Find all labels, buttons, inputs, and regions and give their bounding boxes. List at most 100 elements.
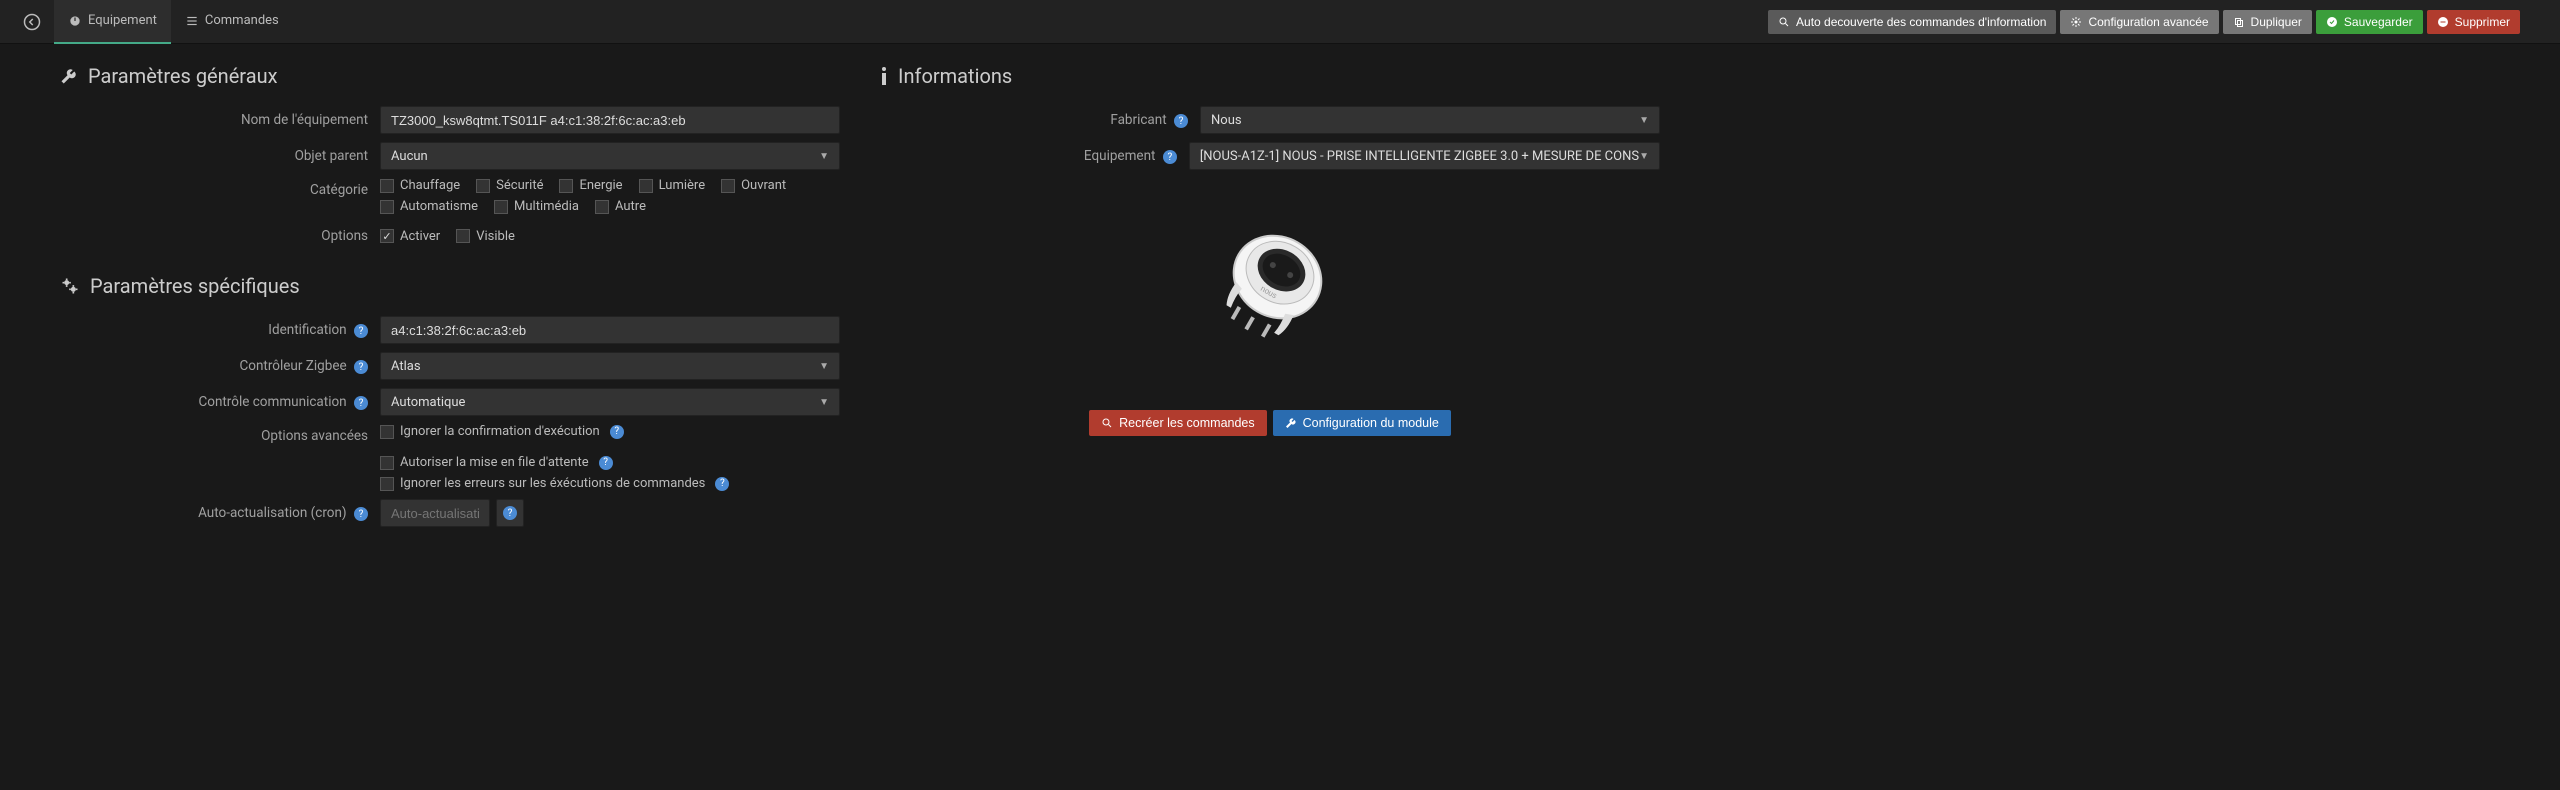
button-label: Supprimer [2455, 15, 2510, 29]
help-icon[interactable]: ? [715, 477, 729, 491]
module-config-button[interactable]: Configuration du module [1273, 410, 1451, 436]
check-label: Automatisme [400, 199, 478, 214]
check-label: Lumière [659, 178, 706, 193]
help-icon[interactable]: ? [354, 396, 368, 410]
check-label: Autoriser la mise en file d'attente [400, 455, 589, 470]
general-params-title: Paramètres généraux [60, 64, 840, 88]
device-image: nous [1181, 201, 1359, 379]
checkbox-other[interactable] [595, 200, 609, 214]
select-value: Aucun [391, 149, 428, 164]
label-zigbee-controller: Contrôleur Zigbee ? [60, 358, 380, 375]
gear-icon [2070, 16, 2082, 28]
checkbox-energy[interactable] [559, 179, 573, 193]
label-comm-control: Contrôle communication ? [60, 394, 380, 411]
gears-icon [60, 276, 80, 296]
check-label: Visible [476, 229, 515, 244]
search-icon [1778, 16, 1790, 28]
check-label: Ignorer les erreurs sur les éxécutions d… [400, 476, 705, 491]
help-icon[interactable]: ? [1174, 114, 1188, 128]
minus-circle-icon [2437, 16, 2449, 28]
help-icon[interactable]: ? [354, 360, 368, 374]
check-label: Autre [615, 199, 646, 214]
comm-control-select[interactable]: Automatique ▼ [380, 388, 840, 416]
back-button[interactable] [20, 10, 44, 34]
label-auto-refresh: Auto-actualisation (cron) ? [60, 505, 380, 522]
tab-label: Equipement [88, 13, 157, 28]
save-button[interactable]: Sauvegarder [2316, 10, 2423, 34]
list-icon [185, 14, 199, 28]
check-label: Energie [579, 178, 622, 193]
check-label: Multimédia [514, 199, 579, 214]
checkbox-heating[interactable] [380, 179, 394, 193]
chevron-down-icon: ▼ [819, 361, 829, 372]
button-label: Auto decouverte des commandes d'informat… [1796, 15, 2046, 29]
informations-title: Informations [880, 64, 1660, 88]
manufacturer-select[interactable]: Nous ▼ [1200, 106, 1660, 134]
button-label: Recréer les commandes [1119, 416, 1254, 430]
checkbox-opening[interactable] [721, 179, 735, 193]
checkbox-multimedia[interactable] [494, 200, 508, 214]
check-label: Activer [400, 229, 440, 244]
zigbee-controller-select[interactable]: Atlas ▼ [380, 352, 840, 380]
chevron-down-icon: ▼ [819, 397, 829, 408]
check-label: Ignorer la confirmation d'exécution [400, 424, 600, 439]
wrench-icon [1285, 417, 1297, 429]
checkbox-light[interactable] [639, 179, 653, 193]
help-icon[interactable]: ? [354, 324, 368, 338]
search-icon [1101, 417, 1113, 429]
duplicate-button[interactable]: Dupliquer [2223, 10, 2312, 34]
specific-params-title: Paramètres spécifiques [60, 274, 840, 298]
button-label: Configuration avancée [2088, 15, 2208, 29]
checkbox-automation[interactable] [380, 200, 394, 214]
chevron-down-icon: ▼ [1639, 151, 1649, 162]
identification-input[interactable] [380, 316, 840, 344]
auto-discover-button[interactable]: Auto decouverte des commandes d'informat… [1768, 10, 2056, 34]
tab-equipment[interactable]: Equipement [54, 0, 171, 44]
label-equipment-name: Nom de l'équipement [60, 112, 380, 128]
checkbox-ignore-exec-confirm[interactable] [380, 425, 394, 439]
check-label: Chauffage [400, 178, 460, 193]
advanced-config-button[interactable]: Configuration avancée [2060, 10, 2218, 34]
recreate-commands-button[interactable]: Recréer les commandes [1089, 410, 1266, 436]
help-icon[interactable]: ? [354, 507, 368, 521]
equipment-select[interactable]: [NOUS-A1Z-1] NOUS - PRISE INTELLIGENTE Z… [1189, 142, 1660, 170]
equipment-name-input[interactable] [380, 106, 840, 134]
tab-commands[interactable]: Commandes [171, 0, 293, 44]
help-icon: ? [503, 506, 517, 520]
help-icon[interactable]: ? [610, 425, 624, 439]
check-label: Sécurité [496, 178, 543, 193]
auto-refresh-input[interactable] [380, 499, 490, 527]
checkbox-ignore-cmd-errors[interactable] [380, 477, 394, 491]
delete-button[interactable]: Supprimer [2427, 10, 2520, 34]
label-advanced-options: Options avancées [60, 424, 380, 444]
label-options: Options [60, 228, 380, 244]
check-circle-icon [2326, 16, 2338, 28]
wrench-icon [60, 67, 78, 85]
parent-object-select[interactable]: Aucun ▼ [380, 142, 840, 170]
copy-icon [2233, 16, 2245, 28]
select-value: Automatique [391, 395, 465, 410]
info-icon [880, 66, 888, 86]
checkbox-allow-queue[interactable] [380, 456, 394, 470]
checkbox-visible[interactable] [456, 229, 470, 243]
checkbox-security[interactable] [476, 179, 490, 193]
select-value: Atlas [391, 359, 421, 374]
chevron-down-icon: ▼ [819, 151, 829, 162]
help-icon[interactable]: ? [1163, 150, 1177, 164]
button-label: Configuration du module [1303, 416, 1439, 430]
label-category: Catégorie [60, 178, 380, 198]
tab-label: Commandes [205, 13, 279, 28]
label-identification: Identification ? [60, 322, 380, 339]
button-label: Dupliquer [2251, 15, 2302, 29]
chevron-down-icon: ▼ [1639, 115, 1649, 126]
label-manufacturer: Fabricant ? [880, 112, 1200, 129]
select-value: [NOUS-A1Z-1] NOUS - PRISE INTELLIGENTE Z… [1200, 149, 1639, 164]
button-label: Sauvegarder [2344, 15, 2413, 29]
checkbox-activate[interactable] [380, 229, 394, 243]
check-label: Ouvrant [741, 178, 786, 193]
select-value: Nous [1211, 113, 1242, 128]
label-equipment: Equipement ? [880, 148, 1189, 165]
help-icon[interactable]: ? [599, 456, 613, 470]
label-parent-object: Objet parent [60, 148, 380, 164]
cron-help-button[interactable]: ? [496, 499, 524, 527]
